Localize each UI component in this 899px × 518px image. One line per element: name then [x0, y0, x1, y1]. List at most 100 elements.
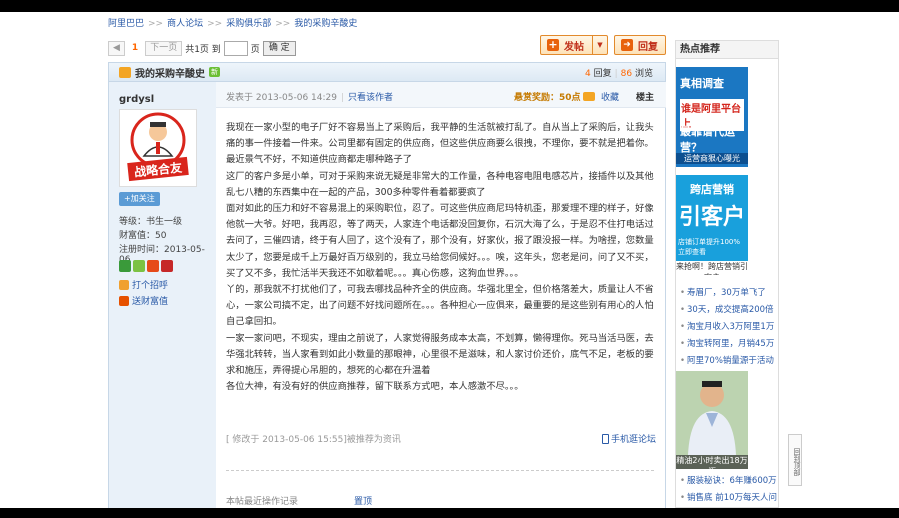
- author-wealth: 财富值：50: [119, 231, 167, 241]
- page-number-current[interactable]: 1: [128, 43, 142, 53]
- floor-label: 楼主: [636, 93, 655, 103]
- post-paragraph: 我现在一家小型的电子厂好不容易当上了采购后，我平静的生活就被打乱了。自从当上了采…: [226, 122, 654, 166]
- badge-icon: [133, 260, 145, 272]
- follow-button[interactable]: +加关注: [119, 192, 160, 206]
- send-wealth-label: 送财富值: [132, 297, 169, 307]
- ad-banner-marketing[interactable]: 跨店营销 引客户 店铺订单提升100% 立即查看 来抢啊！跨店营销引客户: [676, 175, 748, 275]
- sidebar-list-label: 淘宝月收入3万阿里1万: [687, 322, 775, 332]
- sidebar-list-label: 30天，成交提高200倍: [687, 305, 774, 315]
- only-author-link[interactable]: 只看该作者: [348, 93, 393, 103]
- author-panel: grdysl 战略合友 +加关注 等级：书生一级 财富值：50 注册时间：201…: [108, 82, 216, 508]
- ad-text: 来抢啊！跨店营销引客户: [676, 261, 748, 275]
- ad-text: 最靠谱代运营？: [680, 125, 735, 154]
- post-body: 我现在一家小型的电子厂好不容易当上了采购后，我平静的生活就被打乱了。自从当上了采…: [226, 120, 654, 395]
- author-level: 等级：书生一级: [119, 217, 183, 227]
- post-paragraph: 这厂的客户多是小单，可对于采购来说无疑是非常大的工作量，各种电容电阻电感芯片，接…: [226, 170, 654, 198]
- reward-text: 悬赏奖励：50点: [514, 93, 581, 103]
- avatar[interactable]: 战略合友: [119, 109, 197, 187]
- post-meta: 发表于 2013-05-06 14:29 | 只看该作者 悬赏奖励：50点 收藏 楼…: [216, 82, 666, 108]
- reply-count-label: 回复: [593, 68, 612, 79]
- sidebar-list-label: 寿眉厂，30万单飞了: [687, 288, 766, 298]
- say-hello-link[interactable]: 打个招呼: [119, 278, 168, 291]
- sidebar-list-item[interactable]: • 销售底 前10万每天人问: [680, 490, 778, 507]
- back-to-top-button[interactable]: 回到顶部: [788, 434, 802, 486]
- breadcrumb-separator: >>: [148, 19, 164, 29]
- op-record-label: 本帖最近操作记录: [226, 497, 299, 507]
- author-badges: [119, 260, 173, 272]
- post-content: 发表于 2013-05-06 14:29 | 只看该作者 悬赏奖励：50点 收藏 楼…: [216, 82, 666, 508]
- divider: [226, 470, 654, 471]
- sidebar-list-2: • 服装秘诀：6年赚600万 • 销售底 前10万每天人问: [680, 473, 778, 507]
- post-paragraph: 一家一家问吧，不现实，理由之前说了，人家觉得服务成本太高，不划算，懒得理你。死马…: [226, 332, 654, 377]
- say-hello-label: 打个招呼: [132, 281, 169, 291]
- thread-stats: 4 回复 | 86 浏览: [584, 68, 653, 79]
- phone-icon: [602, 433, 609, 444]
- reward: 悬赏奖励：50点: [514, 90, 595, 103]
- browser-viewport: 阿里巴巴 >> 商人论坛 >> 采购俱乐部 >> 我的采购辛酸史 ◀ 1 下一页 共1页 到…: [0, 12, 899, 508]
- next-page-button[interactable]: 下一页: [145, 40, 183, 56]
- sidebar-list-label: 销售底 前10万每天人问: [687, 493, 778, 503]
- sidebar-list-item[interactable]: • 淘宝月收入3万阿里1万: [680, 319, 778, 336]
- sidebar-list-item[interactable]: • 淘宝转阿里，月销45万: [680, 336, 778, 353]
- sidebar-hot: 热点推荐 真相调查 谁是阿里平台上 最靠谱代运营？ 运营商狠心曝光 跨店营销 引…: [675, 40, 779, 508]
- reply-button[interactable]: ➜ 回复: [614, 35, 666, 55]
- badge-icon: [119, 260, 131, 272]
- post-paragraph: 各位大神，有没有好的供应商推荐，留下联系方式吧，本人感激不尽。。。: [226, 381, 524, 393]
- favorite-link[interactable]: 收藏: [601, 90, 619, 103]
- sidebar-list-item[interactable]: • 寿眉厂，30万单飞了: [680, 285, 778, 302]
- coin-icon: [582, 92, 595, 101]
- new-post-label: 发帖: [564, 41, 584, 53]
- page-jump-input[interactable]: [223, 40, 248, 56]
- op-record-action[interactable]: 置顶: [354, 494, 372, 507]
- ad-banner-photo[interactable]: 精油2小时卖出18万瓶: [676, 371, 748, 469]
- sidebar-list-label: 阿里70%销量源于活动: [687, 356, 774, 366]
- new-post-button[interactable]: + 发帖 ▼: [540, 35, 608, 55]
- breadcrumb-forum[interactable]: 商人论坛: [167, 19, 203, 29]
- person-photo-icon: [676, 371, 748, 455]
- new-badge: 新: [209, 67, 220, 77]
- author-name[interactable]: grdysl: [119, 94, 154, 105]
- mobile-forum-label: 手机逛论坛: [611, 435, 657, 445]
- breadcrumb-current[interactable]: 我的采购辛酸史: [294, 19, 357, 29]
- sidebar-list-item[interactable]: • 阿里70%销量源于活动: [680, 353, 778, 370]
- arrow-right-icon: ➜: [621, 39, 633, 51]
- prev-arrow-button[interactable]: ◀: [108, 40, 125, 56]
- post-paragraph: 丫的，那我就不打扰他们了，可我去哪找品种齐全的供应商。华强北里全，但价格落差大，…: [226, 284, 654, 328]
- sidebar-list-label: 淘宝转阿里，月销45万: [687, 339, 775, 349]
- sidebar-list: • 寿眉厂，30万单飞了 • 30天，成交提高200倍 • 淘宝月收入3万阿里1万 •…: [680, 285, 778, 370]
- ad-text: 运营商狠心曝光: [676, 153, 748, 164]
- post-time-text: 发表于 2013-05-06 14:29: [226, 93, 337, 103]
- view-count: 86: [620, 68, 633, 79]
- page-go-button[interactable]: 确 定: [262, 40, 296, 56]
- breadcrumb-separator: >>: [207, 19, 223, 29]
- ad-text: 跨店营销: [690, 183, 734, 196]
- chevron-down-icon[interactable]: ▼: [592, 36, 607, 54]
- mobile-forum-link[interactable]: 手机逛论坛: [602, 432, 656, 445]
- reply-label: 回复: [638, 41, 658, 53]
- hand-icon: [119, 279, 129, 290]
- page-suffix-label: 页: [250, 44, 260, 55]
- ad-text: 真相调查: [680, 77, 724, 90]
- plus-icon: +: [547, 38, 559, 51]
- breadcrumb-alibaba[interactable]: 阿里巴巴: [108, 19, 144, 29]
- thread-title: 我的采购辛酸史: [135, 68, 205, 80]
- view-count-label: 浏览: [634, 68, 653, 79]
- breadcrumb-separator: >>: [275, 19, 291, 29]
- breadcrumb: 阿里巴巴 >> 商人论坛 >> 采购俱乐部 >> 我的采购辛酸史: [108, 16, 357, 29]
- sidebar-list-item[interactable]: • 服装秘诀：6年赚600万: [680, 473, 778, 490]
- thread-icon: [119, 66, 131, 78]
- post-paragraph: 面对如此的压力和好不容易混上的采购职位，忍了。可这些供应商尼玛特机歪，那爱理不理…: [226, 203, 654, 279]
- ad-banner-survey[interactable]: 真相调查 谁是阿里平台上 最靠谱代运营？ 运营商狠心曝光: [676, 67, 748, 167]
- sidebar-list-label: 服装秘诀：6年赚600万: [687, 476, 777, 486]
- pager: ◀ 1 下一页 共1页 到 页 确 定: [108, 40, 296, 56]
- sidebar-title: 热点推荐: [676, 41, 778, 59]
- badge-icon: [161, 260, 173, 272]
- ad-text: 引客户: [678, 205, 745, 230]
- ad-text: 店铺订单提升100% 立即查看: [678, 238, 741, 256]
- breadcrumb-club[interactable]: 采购俱乐部: [226, 19, 271, 29]
- gift-icon: [119, 295, 129, 306]
- send-wealth-link[interactable]: 送财富值: [119, 294, 168, 307]
- edit-note: [ 修改于 2013-05-06 15:55]被推荐为资讯: [226, 435, 401, 445]
- badge-icon: [147, 260, 159, 272]
- sidebar-list-item[interactable]: • 30天，成交提高200倍: [680, 302, 778, 319]
